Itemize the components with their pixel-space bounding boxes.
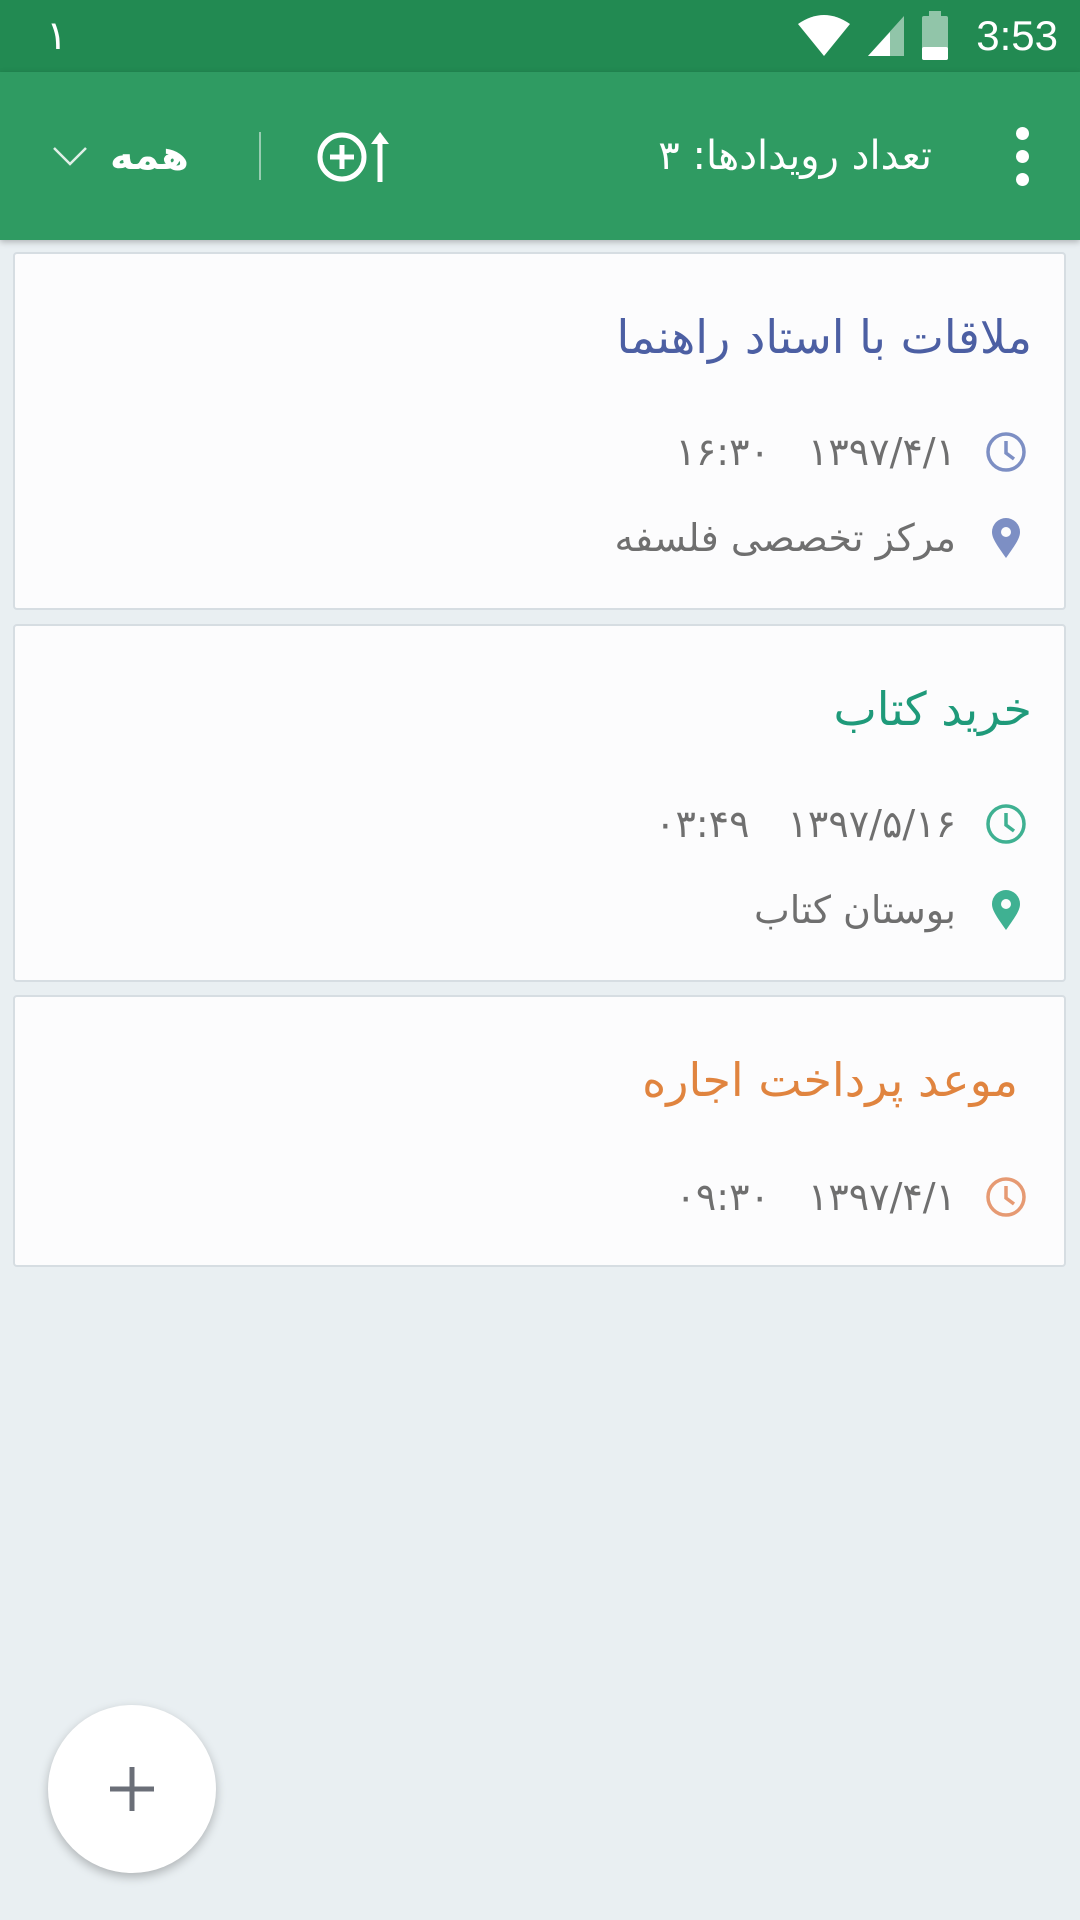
event-location: مرکز تخصصی فلسفه bbox=[614, 516, 956, 560]
event-card[interactable]: موعد پرداخت اجاره ۰۹:۳۰ ۱۳۹۷/۴/۱ bbox=[13, 995, 1066, 1267]
add-sort-icon[interactable] bbox=[316, 124, 390, 188]
plus-icon bbox=[110, 1767, 154, 1811]
event-time: ۰۹:۳۰ bbox=[675, 1175, 770, 1219]
chevron-down-icon bbox=[53, 147, 87, 166]
event-datetime-row: ۰۹:۳۰ ۱۳۹۷/۴/۱ bbox=[675, 1169, 1028, 1225]
filter-dropdown[interactable]: همه bbox=[52, 72, 189, 240]
event-card[interactable]: خرید کتاب ۰۳:۴۹ ۱۳۹۷/۵/۱۶ بوستان کتاب bbox=[13, 624, 1066, 982]
status-bar: ١ 3:53 bbox=[0, 0, 1080, 72]
notification-count: ١ bbox=[46, 13, 68, 59]
location-pin-icon bbox=[992, 518, 1020, 558]
clock-icon bbox=[986, 1177, 1026, 1217]
event-date: ۱۳۹۷/۵/۱۶ bbox=[787, 802, 956, 846]
event-time: ۰۳:۴۹ bbox=[655, 802, 750, 846]
event-time: ۱۶:۳۰ bbox=[675, 430, 770, 474]
clock-icon bbox=[986, 804, 1026, 844]
event-title: موعد پرداخت اجاره bbox=[642, 1053, 1018, 1107]
add-event-button[interactable] bbox=[48, 1705, 216, 1873]
event-count: تعداد رویدادها: ۳ bbox=[658, 133, 932, 179]
app-bar: همه تعداد رویدادها: ۳ bbox=[0, 72, 1080, 240]
clock: 3:53 bbox=[976, 12, 1058, 59]
event-date: ۱۳۹۷/۴/۱ bbox=[807, 1175, 956, 1219]
cell-signal-icon bbox=[868, 16, 905, 56]
event-location-row: مرکز تخصصی فلسفه bbox=[615, 510, 1028, 566]
clock-icon bbox=[986, 432, 1026, 472]
event-location-row: بوستان کتاب bbox=[754, 882, 1028, 938]
event-datetime-row: ۰۳:۴۹ ۱۳۹۷/۵/۱۶ bbox=[655, 796, 1028, 852]
location-pin-icon bbox=[992, 890, 1020, 930]
toolbar-divider bbox=[259, 132, 261, 180]
filter-label: همه bbox=[110, 133, 189, 179]
event-card[interactable]: ملاقات با استاد راهنما ۱۶:۳۰ ۱۳۹۷/۴/۱ مر… bbox=[13, 252, 1066, 610]
event-location: بوستان کتاب bbox=[754, 888, 956, 932]
more-vert-icon[interactable] bbox=[994, 120, 1050, 192]
event-title: ملاقات با استاد راهنما bbox=[616, 310, 1032, 364]
event-date: ۱۳۹۷/۴/۱ bbox=[807, 430, 956, 474]
battery-icon bbox=[922, 11, 949, 60]
wifi-icon bbox=[798, 15, 851, 56]
event-title: خرید کتاب bbox=[833, 682, 1033, 736]
event-datetime-row: ۱۶:۳۰ ۱۳۹۷/۴/۱ bbox=[675, 424, 1028, 480]
